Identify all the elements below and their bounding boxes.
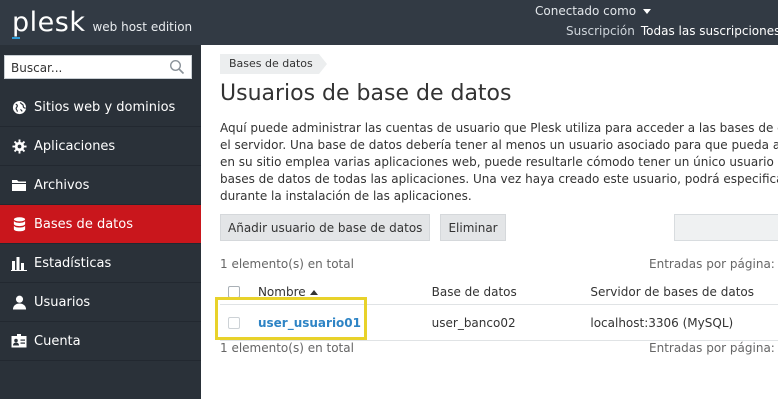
gear-icon	[11, 138, 27, 154]
sidebar-item-account[interactable]: Cuenta	[0, 322, 201, 361]
user-icon	[11, 294, 27, 310]
breadcrumb[interactable]: Bases de datos	[220, 54, 327, 74]
connected-label: Conectado como	[535, 4, 637, 18]
select-all-checkbox[interactable]	[228, 285, 240, 298]
folder-icon	[11, 177, 27, 193]
sidebar-item-label: Sitios web y dominios	[34, 99, 176, 115]
select-all-cell	[220, 285, 258, 298]
description-line: en su sitio emplea varias aplicaciones w…	[220, 155, 778, 169]
description-line: durante la instalación de las aplicacion…	[220, 189, 472, 203]
main-content: Bases de datos Usuarios de base de datos…	[201, 45, 778, 399]
sidebar-item-label: Bases de datos	[34, 216, 133, 232]
sidebar-item-label: Archivos	[34, 177, 90, 193]
description-line: bases de datos de todas las aplicaciones…	[220, 172, 778, 186]
description-line: el servidor. Una base de datos debería t…	[220, 138, 778, 152]
column-database: Base de datos	[431, 284, 517, 299]
page-description: Aquí puede administrar las cuentas de us…	[220, 120, 778, 205]
sidebar-item-label: Estadísticas	[34, 255, 112, 271]
account-menu[interactable]: Conectado como	[535, 4, 652, 18]
plesk-logo[interactable]: plesk web host edition	[12, 7, 192, 38]
sidebar-item-statistics[interactable]: Estadísticas	[0, 244, 201, 283]
sidebar-item-files[interactable]: Archivos	[0, 166, 201, 205]
bar-chart-icon	[11, 255, 27, 271]
search-box	[4, 55, 192, 80]
sort-up-icon	[309, 289, 318, 295]
database-cell: user_banco02	[431, 315, 516, 330]
list-search-field[interactable]	[674, 214, 778, 241]
subscription-selector[interactable]: Suscripción Todas las suscripciones	[566, 24, 778, 38]
globe-icon	[11, 99, 27, 115]
sidebar-item-label: Cuenta	[34, 333, 81, 349]
description-line: Aquí puede administrar las cuentas de us…	[220, 121, 778, 135]
database-icon	[11, 216, 27, 232]
sidebar-item-applications[interactable]: Aplicaciones	[0, 127, 201, 166]
item-count: 1 elemento(s) en total	[220, 257, 354, 271]
sidebar: Sitios web y dominios Aplicaciones Archi…	[0, 45, 201, 399]
subscription-label: Suscripción	[566, 24, 635, 38]
item-count-bottom: 1 elemento(s) en total	[220, 341, 354, 355]
column-server: Servidor de bases de datos	[590, 284, 755, 299]
add-db-user-button[interactable]: Añadir usuario de base de datos	[220, 214, 431, 241]
per-page-label: Entradas por página:	[649, 341, 775, 355]
per-page-selector: Entradas por página:1	[649, 257, 778, 271]
per-page-selector-bottom: Entradas por página:1	[649, 341, 778, 355]
search-input[interactable]	[5, 56, 165, 80]
per-page-label: Entradas por página:	[649, 257, 775, 271]
page-title: Usuarios de base de datos	[220, 81, 512, 106]
id-card-icon	[11, 333, 27, 349]
sidebar-item-websites[interactable]: Sitios web y dominios	[0, 88, 201, 127]
subscription-value: Todas las suscripciones	[640, 24, 778, 38]
delete-button[interactable]: Eliminar	[440, 214, 506, 241]
logo-edition: web host edition	[92, 20, 193, 34]
sidebar-nav: Sitios web y dominios Aplicaciones Archi…	[0, 88, 201, 361]
highlight-box	[215, 297, 367, 340]
search-icon[interactable]	[169, 59, 185, 79]
top-header: plesk web host edition Conectado como Su…	[0, 0, 778, 45]
chevron-down-icon	[643, 9, 652, 14]
sidebar-item-label: Usuarios	[34, 294, 91, 310]
logo-wordmark: plesk	[12, 7, 86, 38]
sidebar-item-users[interactable]: Usuarios	[0, 283, 201, 322]
toolbar: Añadir usuario de base de datos Eliminar	[220, 214, 516, 241]
sidebar-item-databases[interactable]: Bases de datos	[0, 205, 201, 244]
server-cell: localhost:3306 (MySQL)	[590, 315, 734, 330]
logo-accent	[12, 37, 20, 39]
sidebar-item-label: Aplicaciones	[34, 138, 116, 154]
